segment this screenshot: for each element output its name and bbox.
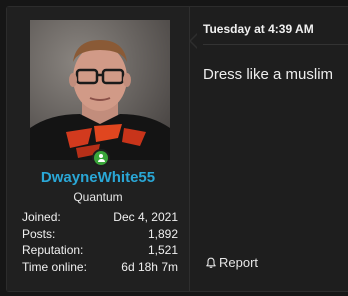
stat-value: 1,521 <box>147 243 178 257</box>
post-divider <box>203 44 348 45</box>
stat-posts: Posts: 1,892 <box>22 226 178 243</box>
stat-label: Posts: <box>22 226 56 241</box>
stat-label: Reputation: <box>22 243 84 257</box>
post-arrow-inner <box>191 34 198 48</box>
stat-value: 1,892 <box>147 226 178 241</box>
online-status-indicator <box>92 149 110 167</box>
user-stats: Joined: Dec 4, 2021 Posts: 1,892 Reputat… <box>22 209 178 275</box>
report-label: Report <box>219 255 259 270</box>
user-avatar[interactable] <box>30 20 170 160</box>
stat-reputation: Reputation: 1,521 <box>22 242 178 259</box>
stat-label: Time online: <box>22 259 87 274</box>
user-title: Quantum <box>73 190 123 204</box>
stat-time-online: Time online: 6d 18h 7m <box>22 259 178 276</box>
report-button[interactable]: Report <box>205 255 258 270</box>
post-message: Dress like a muslim <box>203 66 334 83</box>
post-date[interactable]: Tuesday at 4:39 AM <box>203 22 314 36</box>
username[interactable]: DwayneWhite55 <box>7 169 189 186</box>
bell-icon <box>205 257 217 269</box>
stat-label: Joined: <box>22 210 61 224</box>
user-online-icon <box>94 151 108 165</box>
stat-joined: Joined: Dec 4, 2021 <box>22 209 178 226</box>
post-container: DwayneWhite55 Quantum Joined: Dec 4, 202… <box>6 6 348 292</box>
stat-value: Dec 4, 2021 <box>113 210 178 224</box>
stat-value: 6d 18h 7m <box>121 259 178 274</box>
user-info-column: DwayneWhite55 Quantum Joined: Dec 4, 202… <box>7 7 190 291</box>
